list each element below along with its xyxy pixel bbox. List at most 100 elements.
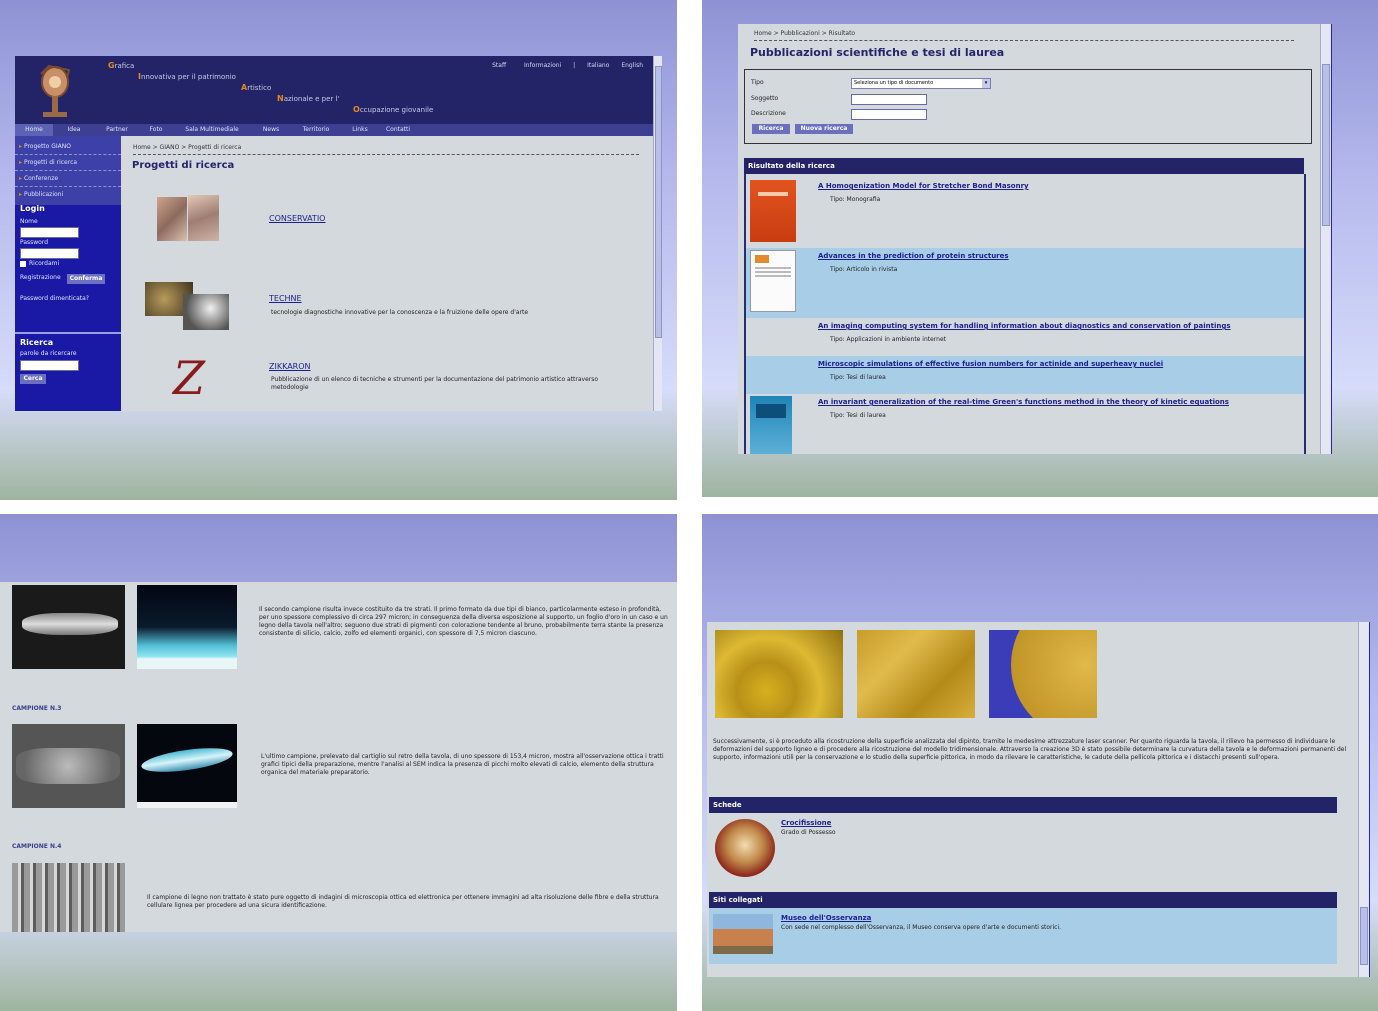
ricerca-button[interactable]: Ricerca	[752, 124, 790, 134]
result-title[interactable]: A Homogenization Model for Stretcher Bon…	[818, 182, 1029, 190]
sample-2-text: Il secondo campione risulta invece costi…	[259, 606, 668, 637]
scrollbar-thumb[interactable]	[1322, 64, 1330, 226]
schede-header: Schede	[709, 797, 1337, 813]
soggetto-input[interactable]	[851, 94, 927, 105]
scrollbar[interactable]	[653, 56, 662, 411]
sito-description: Con sede nel complesso dell'Osservanza, …	[781, 924, 1062, 931]
breadcrumb: Home > Pubblicazioni > Risultato	[754, 30, 856, 37]
nav-home[interactable]: Home	[15, 124, 53, 136]
tipo-label: Tipo	[751, 79, 764, 86]
register-link[interactable]: Registrazione	[20, 274, 61, 281]
nav-territorio[interactable]: Territorio	[291, 124, 341, 136]
search-label: parole da ricercare	[20, 350, 77, 357]
result-row: A Homogenization Model for Stretcher Bon…	[746, 174, 1304, 248]
publications-browser-window: Home > Pubblicazioni > Risultato Pubblic…	[738, 24, 1332, 454]
result-title[interactable]: An imaging computing system for handling…	[818, 322, 1231, 330]
project-link-conservatio[interactable]: CONSERVATIO	[269, 214, 325, 223]
descrizione-input[interactable]	[851, 109, 927, 120]
sito-item: Museo dell'Osservanza Con sede nel compl…	[709, 908, 1337, 964]
sample-3-text: L'ultimo campione, prelevato dal cartigl…	[261, 753, 664, 776]
top-link-info[interactable]: Informazioni	[524, 62, 561, 69]
login-title: Login	[20, 204, 45, 213]
results-list: A Homogenization Model for Stretcher Bon…	[744, 174, 1306, 454]
scan-image-3	[989, 630, 1097, 718]
sidebar-item-progetti[interactable]: ▸ Progetti di ricerca	[15, 155, 121, 171]
username-input[interactable]	[20, 227, 79, 238]
samples-browser-window: Il secondo campione risulta invece costi…	[0, 582, 677, 932]
result-row: An invariant generalization of the real-…	[746, 394, 1304, 454]
scan-browser-window: Successivamente, si è proceduto alla ric…	[707, 622, 1370, 977]
scheda-link[interactable]: Crocifissione	[781, 819, 831, 827]
page-title: Pubblicazioni scientifiche e tesi di lau…	[750, 46, 1005, 59]
forgot-password-link[interactable]: Password dimenticata?	[20, 294, 90, 303]
scheda-item: Crocifissione Grado di Possesso	[709, 813, 1337, 885]
breadcrumb-divider	[133, 154, 639, 155]
result-type: Tipo: Tesi di laurea	[830, 412, 886, 419]
top-link-english[interactable]: English	[621, 62, 643, 69]
search-button[interactable]: Cerca	[20, 374, 46, 384]
sidebar-menu: ▸ Progetto GIANO ▸ Progetti di ricerca ▸…	[15, 136, 121, 205]
password-input[interactable]	[20, 248, 79, 259]
book-cover-thumb	[750, 180, 796, 242]
logo-line-1: Grafica	[108, 61, 135, 70]
nav-idea[interactable]: Idea	[53, 124, 95, 136]
crucifixion-thumb	[715, 819, 775, 877]
nuova-ricerca-button[interactable]: Nuova ricerca	[795, 124, 853, 134]
scrollbar-thumb[interactable]	[1360, 907, 1368, 965]
sidebar-item-conferenze[interactable]: ▸ Conferenze	[15, 171, 121, 187]
scheda-subtitle: Grado di Possesso	[781, 829, 836, 836]
chevron-down-icon: ▾	[982, 79, 990, 88]
project-link-zikkaron[interactable]: ZIKKARON	[269, 362, 311, 371]
scrollbar-thumb[interactable]	[655, 66, 662, 338]
sidebar-item-pubblicazioni[interactable]: ▸ Pubblicazioni	[15, 187, 121, 202]
result-row: An imaging computing system for handling…	[746, 318, 1304, 356]
project-link-techne[interactable]: TECHNE	[269, 294, 302, 303]
nav-contatti[interactable]: Contatti	[379, 124, 417, 136]
tipo-select[interactable]: Seleziona un tipo di documento ▾	[851, 78, 991, 89]
screenshot-3d-scan: Successivamente, si è proceduto alla ric…	[702, 514, 1378, 1011]
remember-checkbox[interactable]	[20, 261, 26, 267]
nav-links[interactable]: Links	[341, 124, 379, 136]
top-link-italiano[interactable]: Italiano	[587, 62, 609, 69]
scrollbar[interactable]	[1320, 24, 1332, 454]
scrollbar[interactable]	[1358, 622, 1370, 977]
result-type: Tipo: Tesi di laurea	[830, 374, 886, 381]
password-label: Password	[20, 239, 49, 246]
lamp-logo-icon	[40, 64, 71, 117]
nav-foto[interactable]: Foto	[139, 124, 173, 136]
result-row: Microscopic simulations of effective fus…	[746, 356, 1304, 394]
nav-news[interactable]: News	[251, 124, 291, 136]
siti-header: Siti collegati	[709, 892, 1337, 908]
search-form: Tipo Seleziona un tipo di documento ▾ So…	[744, 69, 1312, 144]
main-nav: Home Idea Partner Foto Sala Multimediale News…	[15, 124, 653, 136]
descrizione-label: Descrizione	[751, 110, 786, 117]
remember-label: Ricordami	[29, 260, 60, 267]
article-page-thumb	[750, 250, 796, 312]
project-thumb-techne	[145, 282, 231, 330]
journal-cover-thumb	[750, 396, 792, 454]
home-browser-window: Grafica Innovativa per il patrimonio Art…	[15, 56, 662, 411]
logo-line-3: Artistico	[241, 83, 272, 92]
logo-line-2: Innovativa per il patrimonio	[138, 72, 236, 81]
sito-link[interactable]: Museo dell'Osservanza	[781, 914, 871, 922]
result-title[interactable]: Advances in the prediction of protein st…	[818, 252, 1009, 260]
nav-partner[interactable]: Partner	[95, 124, 139, 136]
logo-line-5: Occupazione giovanile	[353, 105, 434, 114]
result-title[interactable]: An invariant generalization of the real-…	[818, 398, 1229, 406]
sample-4-text: Il campione di legno non trattato è stat…	[147, 894, 659, 909]
project-desc-zikkaron: Pubblicazione di un elenco di tecniche e…	[271, 376, 599, 391]
breadcrumb: Home > GIANO > Progetti di ricerca	[133, 144, 242, 151]
top-link-staff[interactable]: Staff	[492, 62, 506, 69]
nav-sala[interactable]: Sala Multimediale	[173, 124, 251, 136]
sidebar-item-progetto[interactable]: ▸ Progetto GIANO	[15, 139, 121, 155]
sem-image-3	[12, 724, 125, 808]
project-desc-techne: tecnologie diagnostiche innovative per l…	[271, 309, 529, 316]
breadcrumb-divider	[754, 40, 1294, 41]
screenshot-publications: Home > Pubblicazioni > Risultato Pubblic…	[702, 0, 1378, 497]
login-confirm-button[interactable]: Conferma	[67, 274, 105, 284]
top-link-sep: |	[573, 62, 576, 69]
result-row: Advances in the prediction of protein st…	[746, 248, 1304, 318]
search-input[interactable]	[20, 360, 79, 371]
site-header: Grafica Innovativa per il patrimonio Art…	[15, 56, 653, 124]
result-title[interactable]: Microscopic simulations of effective fus…	[818, 360, 1163, 368]
